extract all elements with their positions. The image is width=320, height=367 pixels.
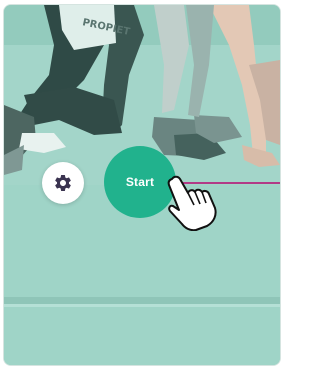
hand-pointer-icon <box>160 175 218 231</box>
settings-button[interactable] <box>42 162 84 204</box>
gear-icon <box>55 174 71 191</box>
start-button-label: Start <box>125 175 155 189</box>
